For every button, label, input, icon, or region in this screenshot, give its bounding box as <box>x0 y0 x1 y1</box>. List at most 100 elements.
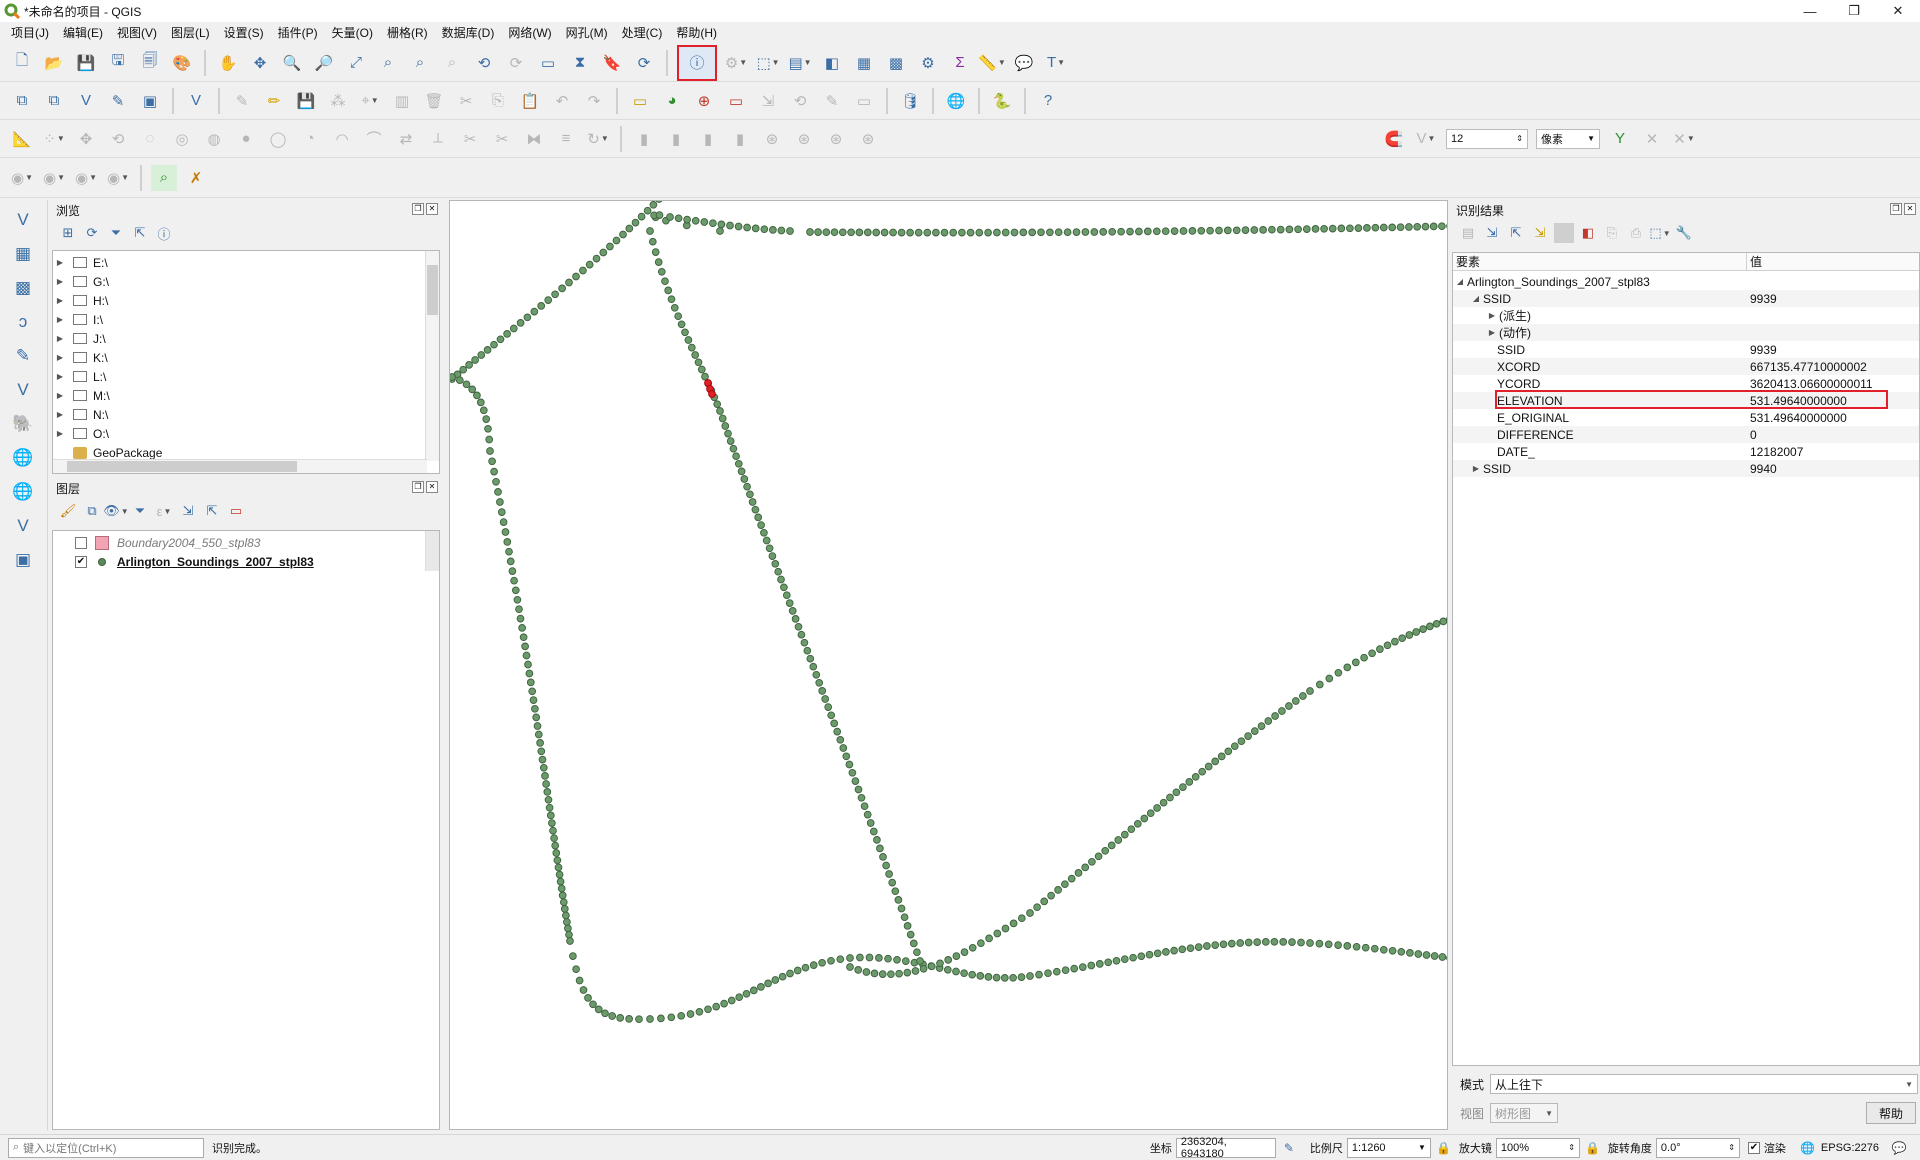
sounding-point[interactable] <box>619 230 627 239</box>
sounding-point[interactable] <box>1223 226 1232 235</box>
browser-horizontal-scrollbar[interactable] <box>53 459 427 473</box>
sounding-point[interactable] <box>1170 946 1178 955</box>
raster-calc-icon[interactable]: ⊛ <box>823 126 849 152</box>
browser-item[interactable]: ▶ H:\ <box>53 291 439 310</box>
intersection-icon[interactable]: ✕ <box>1639 126 1665 152</box>
select-location-icon[interactable]: ◉ ▼ <box>9 165 35 191</box>
sounding-point[interactable] <box>879 853 887 861</box>
layer-visibility-checkbox[interactable]: ✔ <box>75 555 87 568</box>
sounding-point[interactable] <box>916 957 924 965</box>
sounding-point[interactable] <box>484 424 492 433</box>
help-button[interactable]: 帮助 <box>1866 1102 1916 1124</box>
sounding-point[interactable] <box>1026 909 1034 917</box>
vertex-editor-icon[interactable]: ⊛ <box>759 126 785 152</box>
close-panel-icon[interactable]: ✕ <box>426 481 438 493</box>
browser-item[interactable]: ▶ I:\ <box>53 310 439 329</box>
sounding-point[interactable] <box>1117 227 1125 236</box>
browser-item[interactable]: ▶ G:\ <box>53 272 439 291</box>
expand-icon[interactable]: ▶ <box>53 353 67 362</box>
sounding-point[interactable] <box>768 552 777 560</box>
sounding-point[interactable] <box>1230 742 1239 751</box>
sounding-point[interactable] <box>1324 940 1333 949</box>
rotate-feature-icon[interactable]: ⟲ <box>105 126 131 152</box>
sounding-point[interactable] <box>579 266 587 275</box>
sounding-point[interactable] <box>1120 955 1129 964</box>
show-hide-labels-icon[interactable]: ▭ <box>723 88 749 114</box>
sounding-point[interactable] <box>764 979 772 988</box>
sounding-point[interactable] <box>666 213 674 221</box>
sounding-point[interactable] <box>885 870 893 878</box>
field-calculator-icon[interactable]: ▩ <box>883 50 909 76</box>
expand-all-icon[interactable]: ⇲ <box>178 501 198 521</box>
messages-icon[interactable]: 💬 <box>1889 1138 1909 1158</box>
sounding-point[interactable] <box>855 228 864 237</box>
sounding-point[interactable] <box>468 385 477 394</box>
sounding-point[interactable] <box>824 703 833 711</box>
sounding-point[interactable] <box>718 414 727 423</box>
sounding-point[interactable] <box>648 237 657 246</box>
layer-item-boundary[interactable]: Boundary2004_550_stpl83 <box>53 533 439 552</box>
offset-curve-icon[interactable]: ⌒ <box>361 126 387 152</box>
attribute-table-icon[interactable]: ▦ <box>851 50 877 76</box>
sounding-point[interactable] <box>1198 767 1207 776</box>
sounding-point[interactable] <box>1237 737 1246 746</box>
sounding-point[interactable] <box>830 719 839 728</box>
refresh-icon[interactable]: ⟳ <box>82 223 102 243</box>
expand-icon[interactable]: ▶ <box>53 258 67 267</box>
spin-arrows-icon[interactable]: ⇕ <box>1568 1143 1575 1152</box>
sounding-point[interactable] <box>501 528 510 536</box>
sounding-point[interactable] <box>791 615 800 623</box>
remove-layer-icon[interactable]: ▭ <box>226 501 246 521</box>
sounding-point[interactable] <box>1438 222 1446 231</box>
sounding-point[interactable] <box>585 260 594 269</box>
sounding-point[interactable] <box>523 313 532 322</box>
sounding-point[interactable] <box>1421 222 1430 231</box>
sounding-point[interactable] <box>1343 663 1352 672</box>
sounding-point[interactable] <box>1197 226 1206 235</box>
annotation-icon[interactable]: ⊛ <box>791 126 817 152</box>
sounding-point[interactable] <box>806 654 815 663</box>
sounding-point[interactable] <box>569 952 577 960</box>
sounding-point[interactable] <box>1072 228 1081 236</box>
zoom-in-icon[interactable]: 🔍 <box>279 50 305 76</box>
sounding-point[interactable] <box>830 228 839 237</box>
label-props-icon[interactable]: ▭ <box>851 88 877 114</box>
expand-new-icon[interactable]: ⇲ <box>1530 223 1550 243</box>
circular-string-icon[interactable]: ⁘ ▼ <box>41 126 67 152</box>
sounding-point[interactable] <box>1054 228 1063 237</box>
sounding-point[interactable] <box>477 351 486 359</box>
sounding-point[interactable] <box>1170 227 1179 235</box>
distribute-icon[interactable]: ▮ <box>695 126 721 152</box>
sounding-point[interactable] <box>521 642 529 651</box>
sounding-point[interactable] <box>1166 793 1174 802</box>
delete-part-icon[interactable]: ◔ <box>297 126 323 152</box>
sounding-point[interactable] <box>1000 974 1009 982</box>
minimize-button[interactable]: — <box>1788 0 1832 22</box>
sounding-point[interactable] <box>1203 942 1211 950</box>
sounding-point[interactable] <box>1271 712 1279 720</box>
trim-extend-icon[interactable]: ⟂ <box>425 126 451 152</box>
sounding-point[interactable] <box>657 1014 665 1023</box>
sounding-point[interactable] <box>721 422 730 430</box>
sounding-point[interactable] <box>737 467 746 476</box>
sounding-point[interactable] <box>985 934 993 943</box>
sounding-point[interactable] <box>490 467 498 476</box>
new-temp-layer-icon[interactable]: ▣ <box>137 88 163 114</box>
sounding-point[interactable] <box>697 365 706 374</box>
sounding-point[interactable] <box>1194 943 1203 951</box>
close-panel-icon[interactable]: ✕ <box>426 203 438 215</box>
sounding-point[interactable] <box>914 228 923 237</box>
sounding-point[interactable] <box>1294 225 1302 234</box>
snapping-magnet-icon[interactable]: 🧲 <box>1381 126 1407 152</box>
select-polygon-icon[interactable]: ◉ ▼ <box>73 165 99 191</box>
sounding-point[interactable] <box>717 220 726 229</box>
sounding-point[interactable] <box>681 328 689 337</box>
sounding-point[interactable] <box>1107 841 1116 850</box>
sounding-point[interactable] <box>546 811 555 820</box>
pan-to-selection-icon[interactable]: ✥ <box>247 50 273 76</box>
sounding-point[interactable] <box>827 956 835 965</box>
reverse-line-icon[interactable]: ⇄ <box>393 126 419 152</box>
spin-arrows-icon[interactable]: ⇕ <box>1728 1143 1735 1152</box>
sounding-point[interactable] <box>667 1013 676 1022</box>
collapse-all-icon[interactable]: ⇱ <box>130 223 150 243</box>
